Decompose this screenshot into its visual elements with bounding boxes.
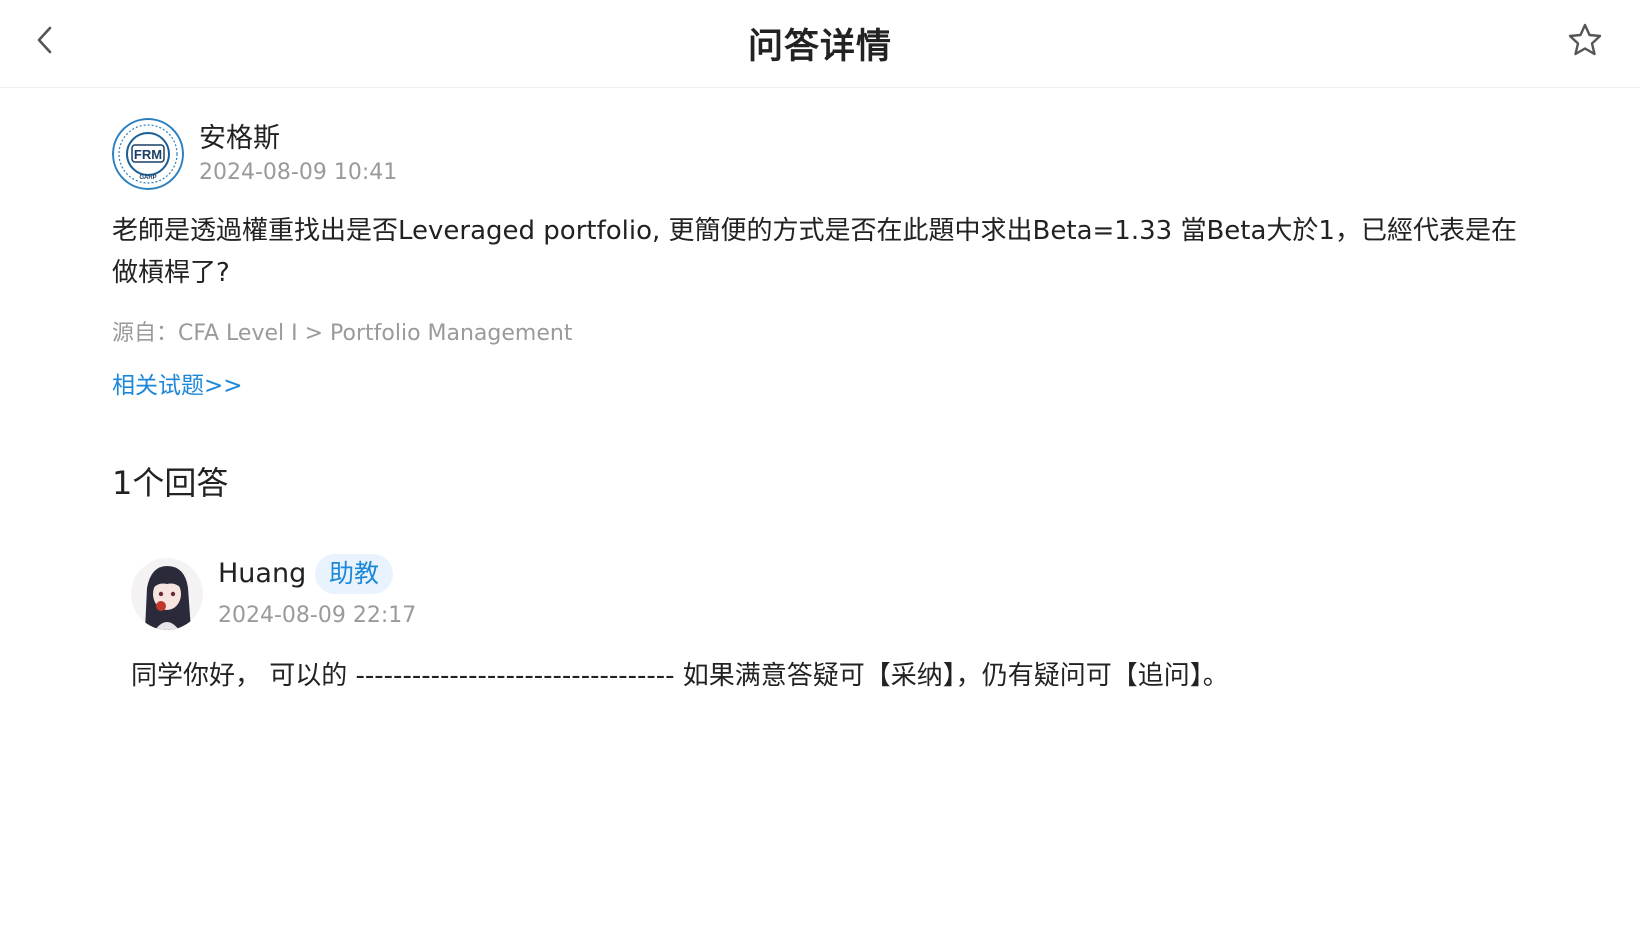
question-author-avatar[interactable]: FRM GARP [112, 118, 184, 190]
question-body: 老師是透過權重找出是否Leveraged portfolio, 更簡便的方式是否… [112, 216, 1517, 288]
top-bar: 问答详情 [0, 0, 1640, 88]
question-source: 源自：CFA Level I > Portfolio Management [112, 315, 572, 347]
source-label: 源自： [112, 321, 179, 346]
star-outline-icon [1567, 22, 1603, 62]
svg-text:FRM: FRM [134, 147, 162, 162]
answer-author-avatar[interactable] [131, 558, 203, 630]
question-timestamp: 2024-08-09 10:41 [199, 160, 398, 185]
answer-body: 同学你好， 可以的 ------------------------------… [131, 661, 1229, 691]
page-title: 问答详情 [747, 27, 892, 67]
favorite-button[interactable] [1565, 22, 1605, 62]
related-questions-link[interactable]: 相关试题>> [112, 366, 243, 400]
answer-author-name: Huang [218, 558, 307, 589]
source-path: CFA Level I > Portfolio Management [178, 321, 573, 346]
answers-count-heading: 1个回答 [112, 464, 229, 502]
assistant-badge: 助教 [315, 554, 394, 594]
question-author-name: 安格斯 [199, 123, 280, 154]
svg-text:GARP: GARP [139, 175, 156, 181]
answer-timestamp: 2024-08-09 22:17 [218, 603, 417, 628]
